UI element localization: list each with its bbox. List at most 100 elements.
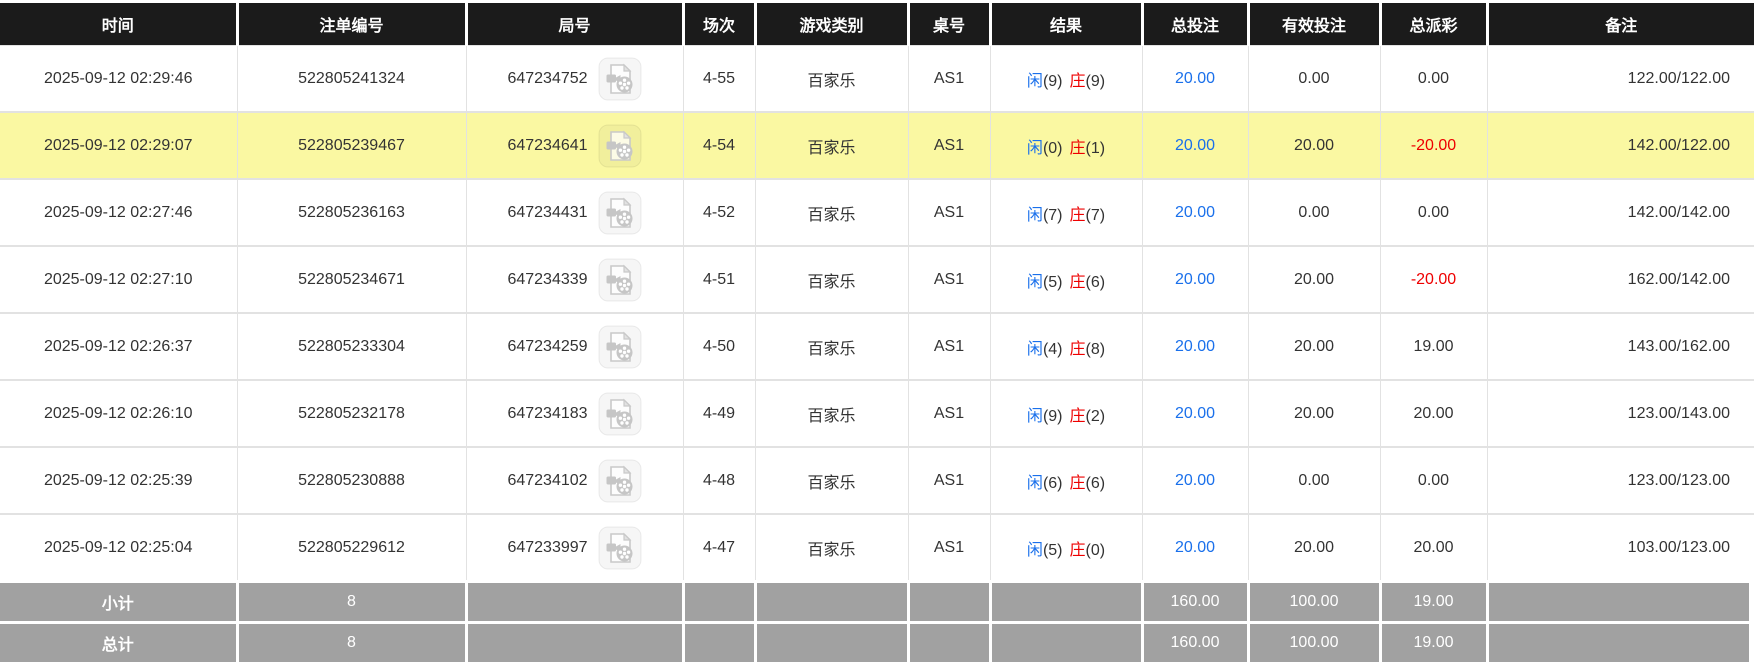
cell-table-number: AS1 [907,312,991,381]
summary-label: 小计 [0,580,237,623]
cell-round: 647234641 [465,111,684,180]
round-number: 647234431 [507,203,588,221]
column-header-remark: 备注 [1485,1,1754,46]
cell-remark: 123.00/123.00 [1486,446,1754,515]
video-replay-icon[interactable] [598,57,642,101]
cell-remark: 162.00/142.00 [1486,245,1754,314]
cell-payout: 0.00 [1379,446,1488,515]
cell-round: 647233997 [465,513,684,583]
cell-session: 4-51 [682,245,756,314]
cell-payout: -20.00 [1379,245,1488,314]
cell-result: 闲(7) 庄(7) [989,178,1143,247]
cell-bet-id: 522805230888 [236,446,467,515]
summary-valid-bet: 100.00 [1246,580,1380,623]
cell-valid-bet: 20.00 [1247,312,1381,381]
banker-label: 庄 [1069,340,1086,358]
cell-payout: 20.00 [1379,379,1488,448]
table-row[interactable]: 2025-09-12 02:27:46 522805236163 6472344… [0,178,1754,247]
cell-total-bet[interactable]: 20.00 [1141,312,1249,381]
cell-time: 2025-09-12 02:25:39 [0,446,238,515]
cell-time: 2025-09-12 02:26:37 [0,312,238,381]
banker-score: (6) [1085,273,1106,291]
summary-payout: 19.00 [1378,621,1487,662]
cell-time: 2025-09-12 02:29:07 [0,111,238,180]
banker-score: (0) [1085,541,1106,559]
cell-game-type: 百家乐 [754,312,909,381]
cell-payout: 0.00 [1379,45,1488,113]
column-header-bet_id: 注单编号 [235,1,466,46]
cell-bet-id: 522805241324 [236,45,467,113]
banker-label: 庄 [1069,273,1086,291]
cell-table-number: AS1 [907,446,991,515]
cell-payout: 0.00 [1379,178,1488,247]
banker-score: (1) [1085,139,1106,157]
summary-count: 8 [235,580,466,623]
video-replay-icon[interactable] [598,124,642,168]
video-replay-icon[interactable] [598,392,642,436]
video-replay-icon[interactable] [598,191,642,235]
cell-result: 闲(6) 庄(6) [989,446,1143,515]
table-row[interactable]: 2025-09-12 02:29:46 522805241324 6472347… [0,45,1754,113]
cell-time: 2025-09-12 02:29:46 [0,45,238,113]
column-header-total_bet: 总投注 [1140,1,1248,46]
cell-bet-id: 522805229612 [236,513,467,583]
player-score: (5) [1042,541,1063,559]
cell-bet-id: 522805233304 [236,312,467,381]
cell-time: 2025-09-12 02:27:10 [0,245,238,314]
cell-game-type: 百家乐 [754,245,909,314]
round-number: 647234339 [507,270,588,288]
cell-total-bet[interactable]: 20.00 [1141,45,1249,113]
cell-session: 4-55 [682,45,756,113]
cell-total-bet[interactable]: 20.00 [1141,111,1249,180]
table-row[interactable]: 2025-09-12 02:26:10 522805232178 6472341… [0,379,1754,448]
banker-score: (8) [1085,340,1106,358]
cell-total-bet[interactable]: 20.00 [1141,245,1249,314]
player-label: 闲 [1026,474,1043,492]
cell-payout: -20.00 [1379,111,1488,180]
player-score: (9) [1042,407,1063,425]
player-score: (6) [1042,474,1063,492]
banker-label: 庄 [1069,474,1086,492]
cell-table-number: AS1 [907,111,991,180]
cell-table-number: AS1 [907,379,991,448]
column-header-time: 时间 [0,1,237,46]
banker-label: 庄 [1069,72,1086,90]
cell-table-number: AS1 [907,245,991,314]
column-header-session: 场次 [681,1,755,46]
cell-total-bet[interactable]: 20.00 [1141,446,1249,515]
video-replay-icon[interactable] [598,526,642,570]
video-replay-icon[interactable] [598,325,642,369]
cell-round: 647234752 [465,45,684,113]
player-score: (0) [1042,139,1063,157]
cell-result: 闲(4) 庄(8) [989,312,1143,381]
cell-table-number: AS1 [907,45,991,113]
player-score: (9) [1042,72,1063,90]
cell-game-type: 百家乐 [754,379,909,448]
player-label: 闲 [1026,407,1043,425]
table-row[interactable]: 2025-09-12 02:27:10 522805234671 6472343… [0,245,1754,314]
banker-score: (6) [1085,474,1106,492]
table-row[interactable]: 2025-09-12 02:25:04 522805229612 6472339… [0,513,1754,583]
column-header-payout: 总派彩 [1378,1,1487,46]
cell-total-bet[interactable]: 20.00 [1141,513,1249,583]
cell-payout: 20.00 [1379,513,1488,583]
video-replay-icon[interactable] [598,258,642,302]
table-row[interactable]: 2025-09-12 02:29:07 522805239467 6472346… [0,111,1754,180]
round-number: 647234752 [507,69,588,87]
cell-session: 4-52 [682,178,756,247]
cell-total-bet[interactable]: 20.00 [1141,379,1249,448]
player-score: (5) [1042,273,1063,291]
cell-payout: 19.00 [1379,312,1488,381]
banker-label: 庄 [1069,541,1086,559]
round-number: 647234102 [507,471,588,489]
player-label: 闲 [1026,273,1043,291]
table-row[interactable]: 2025-09-12 02:25:39 522805230888 6472341… [0,446,1754,515]
table-row[interactable]: 2025-09-12 02:26:37 522805233304 6472342… [0,312,1754,381]
summary-row: 总计 8 160.00 100.00 19.00 [0,621,1754,662]
cell-round: 647234102 [465,446,684,515]
cell-round: 647234183 [465,379,684,448]
column-header-valid_bet: 有效投注 [1246,1,1380,46]
video-replay-icon[interactable] [598,459,642,503]
banker-score: (2) [1085,407,1106,425]
cell-total-bet[interactable]: 20.00 [1141,178,1249,247]
